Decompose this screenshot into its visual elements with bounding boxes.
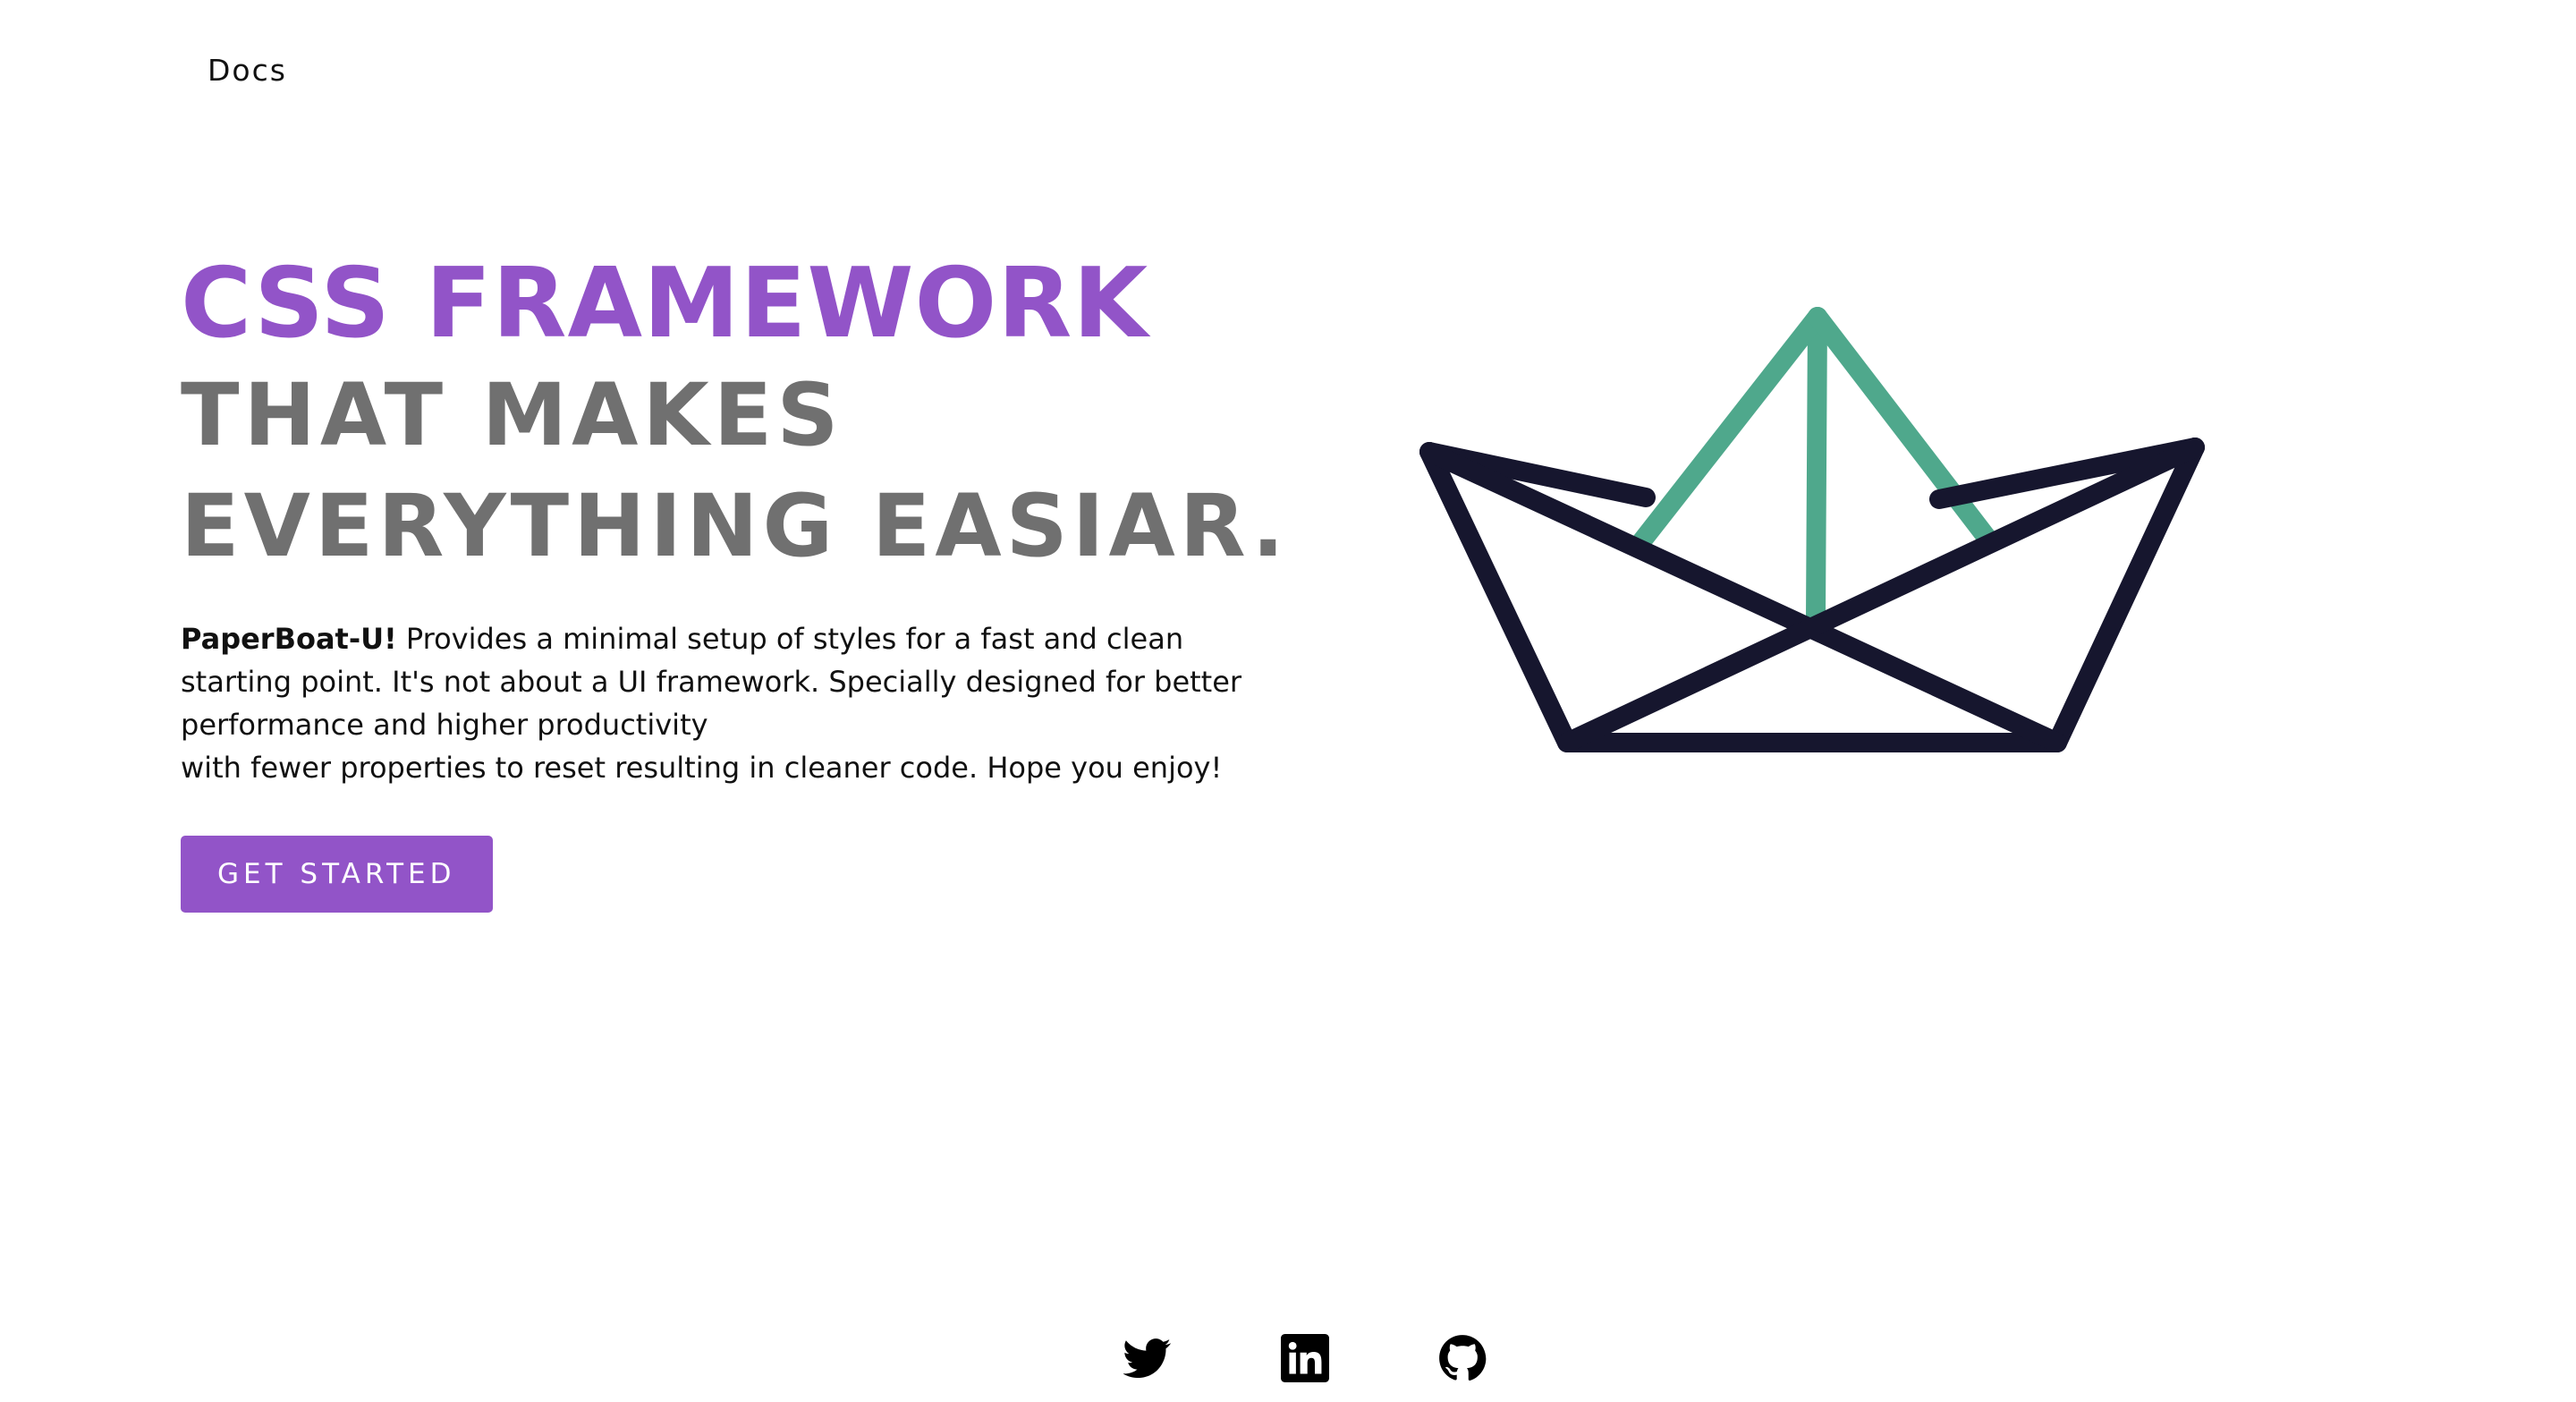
paper-boat-icon [1419,307,2205,752]
get-started-button[interactable]: GET STARTED [181,836,493,913]
sail-left-edge [1627,307,1827,557]
github-link[interactable] [1437,1333,1487,1383]
hero-section: CSS FRAMEWORK THAT MAKES EVERYTHING EASI… [181,249,1290,913]
social-links [1123,1333,1487,1387]
hero-description: PaperBoat-U! Provides a minimal setup of… [181,617,1272,789]
description-part-2: with fewer properties to reset resulting… [181,751,1223,785]
landing-page: Docs CSS FRAMEWORK THAT MAKES EVERYTHING… [0,0,2576,1402]
sail-mast [1806,307,1827,627]
github-icon [1439,1335,1487,1381]
hull-cross-right [1557,438,2205,752]
headline-line-3: EVERYTHING EASIAR. [181,476,1289,576]
headline-accent: CSS FRAMEWORK [181,248,1149,360]
linkedin-icon [1281,1334,1329,1382]
hero-headline: CSS FRAMEWORK THAT MAKES EVERYTHING EASI… [181,249,1290,582]
sail-right-edge [1808,307,2001,553]
headline-line-2: THAT MAKES [181,365,843,465]
brand-name: PaperBoat-U! [181,622,397,656]
top-nav: Docs [208,48,287,93]
linkedin-link[interactable] [1280,1333,1330,1383]
description-first-paragraph: PaperBoat-U! Provides a minimal setup of… [181,617,1272,746]
twitter-link[interactable] [1123,1333,1173,1383]
twitter-icon [1123,1338,1172,1379]
docs-link[interactable]: Docs [208,48,287,93]
